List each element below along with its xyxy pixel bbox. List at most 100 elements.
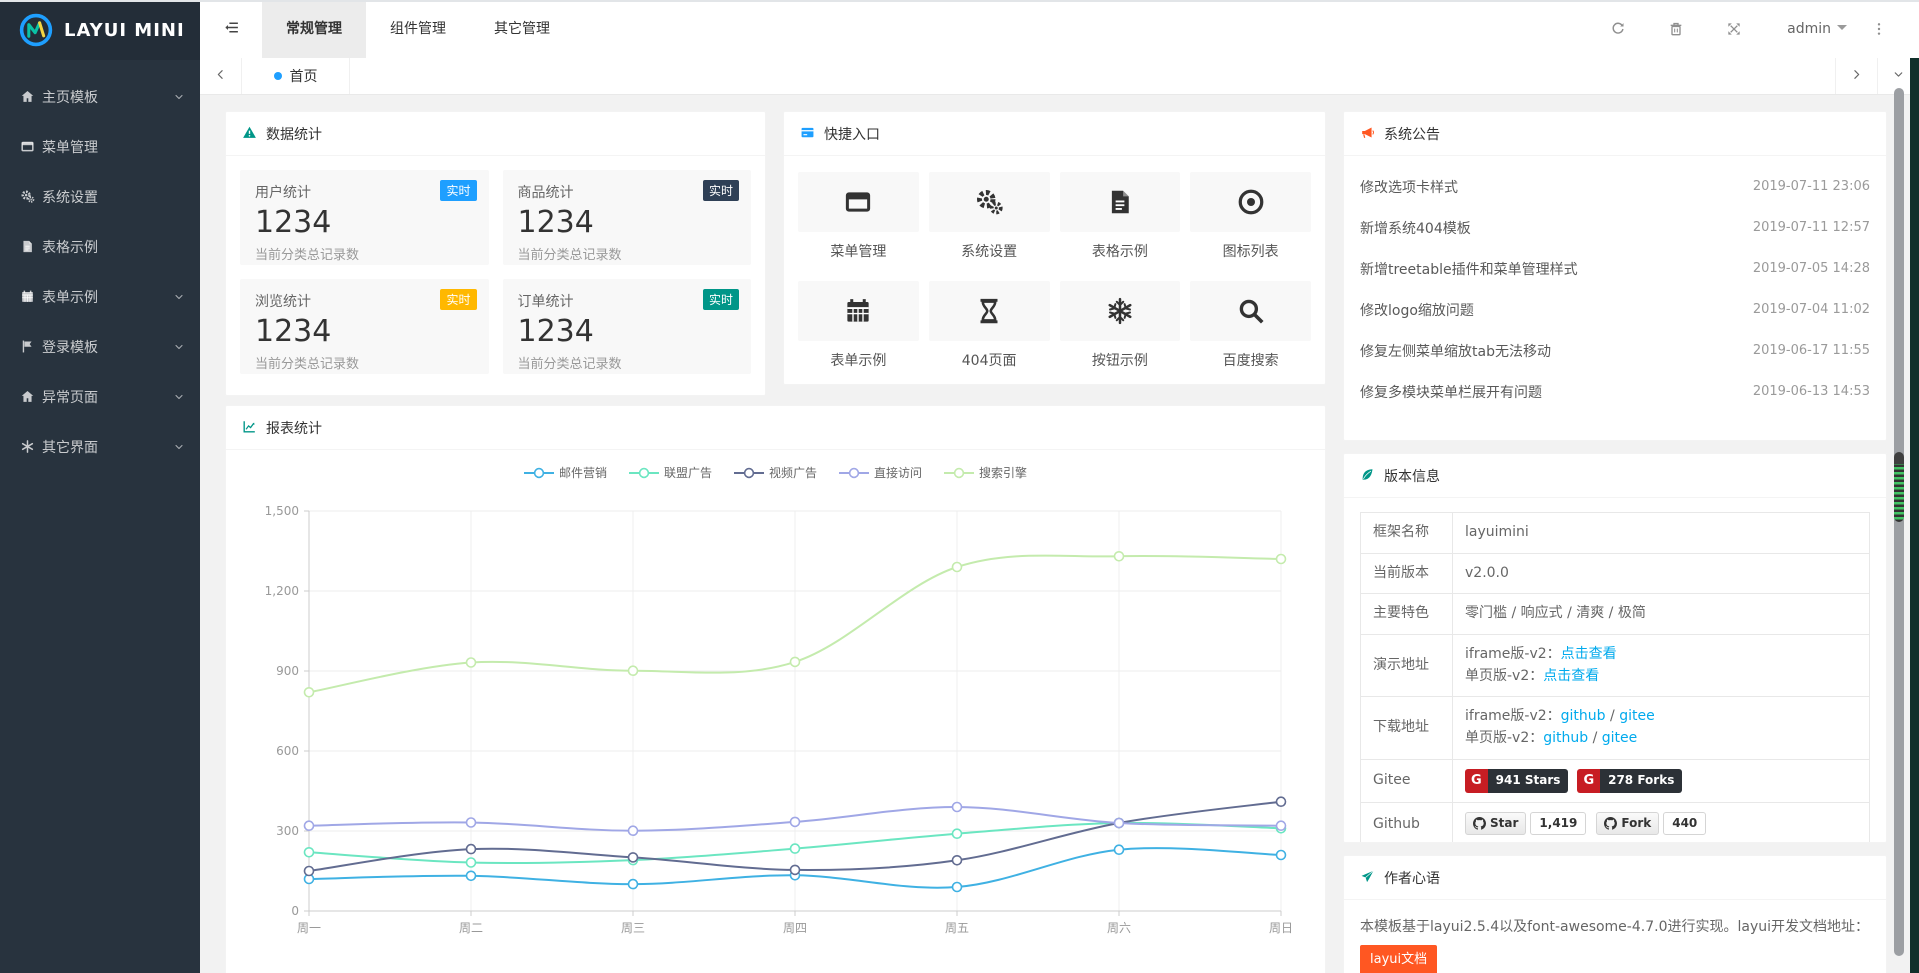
window-icon	[798, 172, 919, 232]
quick-entry-表单示例[interactable]: 表单示例	[798, 281, 919, 370]
refresh-button[interactable]	[1589, 20, 1647, 39]
sidebar-item-label: 菜单管理	[42, 137, 185, 157]
github-button-label: Star	[1490, 814, 1518, 833]
expand-icon	[1726, 20, 1742, 39]
notice-text: 修复多模块菜单栏展开有问题	[1360, 382, 1542, 402]
notice-item: 修改选项卡样式2019-07-11 23:06	[1360, 166, 1870, 207]
version-value: 零门槛 / 响应式 / 清爽 / 极简	[1465, 605, 1646, 621]
chevron-down-icon	[173, 390, 185, 404]
sidebar-item-系统设置[interactable]: 系统设置	[0, 172, 200, 222]
svg-text:周四: 周四	[783, 921, 807, 935]
version-link[interactable]: 点击查看	[1543, 668, 1599, 684]
quick-entry-图标列表[interactable]: 图标列表	[1190, 172, 1311, 261]
sidebar-item-异常页面[interactable]: 异常页面	[0, 372, 200, 422]
quick-entry-404页面[interactable]: 404页面	[929, 281, 1050, 370]
sidebar-item-登录模板[interactable]: 登录模板	[0, 322, 200, 372]
sidebar-item-主页模板[interactable]: 主页模板	[0, 72, 200, 122]
realtime-badge: 实时	[440, 180, 476, 201]
fullscreen-button[interactable]	[1705, 20, 1763, 39]
tabbar-spacer	[350, 58, 1835, 94]
leaf-icon	[1360, 467, 1375, 485]
chevron-down-icon	[1892, 68, 1905, 83]
quick-entry-系统设置[interactable]: 系统设置	[929, 172, 1050, 261]
quick-entry-card: 快捷入口 菜单管理系统设置表格示例图标列表表单示例404页面按钮示例百度搜索	[783, 111, 1326, 385]
github-star-button[interactable]: Star	[1465, 812, 1526, 835]
tab-scroll-left-button[interactable]	[200, 58, 242, 94]
author-words-card: 作者心语 本模板基于layui2.5.4以及font-awesome-4.7.0…	[1343, 855, 1887, 973]
top-tab-常规管理[interactable]: 常规管理	[262, 0, 366, 58]
quick-entry-百度搜索[interactable]: 百度搜索	[1190, 281, 1311, 370]
version-row-label: 下载地址	[1361, 697, 1453, 759]
version-link[interactable]: gitee	[1602, 730, 1638, 746]
tab-home[interactable]: 首页	[242, 58, 350, 94]
github-fork-button[interactable]: Fork	[1596, 812, 1659, 835]
top-tab-其它管理[interactable]: 其它管理	[470, 0, 574, 58]
calendar-icon	[20, 288, 42, 306]
gitee-badge[interactable]: G278 Forks	[1577, 769, 1682, 793]
quick-entry-菜单管理[interactable]: 菜单管理	[798, 172, 919, 261]
svg-text:1,500: 1,500	[265, 504, 299, 518]
svg-text:周五: 周五	[945, 921, 969, 935]
app-logo[interactable]: LAYUI MINI	[0, 0, 200, 60]
top-tab-组件管理[interactable]: 组件管理	[366, 0, 470, 58]
sidebar-item-表格示例[interactable]: 表格示例	[0, 222, 200, 272]
stat-value: 1234	[255, 205, 474, 240]
legend-item-搜索引擎[interactable]: 搜索引擎	[944, 464, 1027, 481]
asterisk-icon	[20, 438, 42, 456]
chart-line-icon	[242, 419, 257, 437]
legend-item-视频广告[interactable]: 视频广告	[734, 464, 817, 481]
version-link[interactable]: github	[1543, 730, 1588, 746]
github-fork-count[interactable]: 440	[1663, 812, 1706, 835]
svg-text:900: 900	[276, 664, 299, 678]
notice-item: 新增treetable插件和菜单管理样式2019-07-05 14:28	[1360, 248, 1870, 289]
version-link[interactable]: 点击查看	[1561, 646, 1617, 662]
layui-doc-button[interactable]: layui文档	[1360, 945, 1437, 973]
github-star-count[interactable]: 1,419	[1530, 812, 1586, 835]
tab-scroll-right-button[interactable]	[1835, 58, 1877, 94]
notice-date: 2019-06-13 14:53	[1753, 384, 1870, 399]
more-menu-button[interactable]	[1861, 20, 1897, 39]
legend-item-直接访问[interactable]: 直接访问	[839, 464, 922, 481]
user-menu[interactable]: admin	[1763, 21, 1861, 37]
notice-date: 2019-07-11 23:06	[1753, 179, 1870, 194]
quick-entry-title: 快捷入口	[824, 124, 880, 144]
link-prefix: iframe版-v2：	[1465, 708, 1561, 724]
version-link[interactable]: github	[1561, 708, 1606, 724]
quick-entry-label: 系统设置	[929, 241, 1050, 261]
legend-label: 邮件营销	[559, 464, 607, 481]
data-statistics-card: 数据统计 用户统计1234当前分类总记录数实时商品统计1234当前分类总记录数实…	[225, 111, 766, 396]
report-title: 报表统计	[266, 418, 322, 438]
warning-icon	[242, 125, 257, 143]
sidebar-item-菜单管理[interactable]: 菜单管理	[0, 122, 200, 172]
version-link[interactable]: gitee	[1619, 708, 1655, 724]
notice-item: 修复多模块菜单栏展开有问题 2019-06-13 14:53	[1360, 371, 1870, 412]
sidebar-item-label: 表单示例	[42, 287, 173, 307]
sidebar-item-其它界面[interactable]: 其它界面	[0, 422, 200, 472]
stat-desc: 当前分类总记录数	[518, 244, 737, 263]
clear-cache-button[interactable]	[1647, 20, 1705, 39]
home-icon	[20, 88, 42, 106]
legend-item-邮件营销[interactable]: 邮件营销	[524, 464, 607, 481]
gitee-badge[interactable]: G941 Stars	[1465, 769, 1568, 793]
sidebar-toggle-button[interactable]	[200, 0, 262, 58]
scrollbar-track[interactable]	[1894, 88, 1904, 956]
sidebar-item-label: 表格示例	[42, 237, 185, 257]
version-row-当前版本: 当前版本v2.0.0	[1361, 553, 1870, 594]
flag-icon	[20, 338, 42, 356]
scrollbar-thumb[interactable]	[1894, 452, 1904, 522]
stats-grid: 用户统计1234当前分类总记录数实时商品统计1234当前分类总记录数实时浏览统计…	[226, 156, 765, 388]
card-icon	[800, 125, 815, 143]
realtime-badge: 实时	[440, 289, 476, 310]
quick-entry-表格示例[interactable]: 表格示例	[1060, 172, 1181, 261]
sidebar-item-表单示例[interactable]: 表单示例	[0, 272, 200, 322]
version-row-Github: GithubStar1,419Fork440	[1361, 802, 1870, 843]
window-icon	[20, 138, 42, 156]
notice-date: 2019-07-11 12:57	[1753, 220, 1870, 235]
legend-marker	[839, 467, 869, 479]
legend-item-联盟广告[interactable]: 联盟广告	[629, 464, 712, 481]
quick-entry-label: 按钮示例	[1060, 350, 1181, 370]
quick-entry-按钮示例[interactable]: 按钮示例	[1060, 281, 1181, 370]
legend-marker	[629, 467, 659, 479]
main-content: 数据统计 用户统计1234当前分类总记录数实时商品统计1234当前分类总记录数实…	[200, 95, 1919, 973]
page-tabbar: 首页	[200, 58, 1919, 95]
